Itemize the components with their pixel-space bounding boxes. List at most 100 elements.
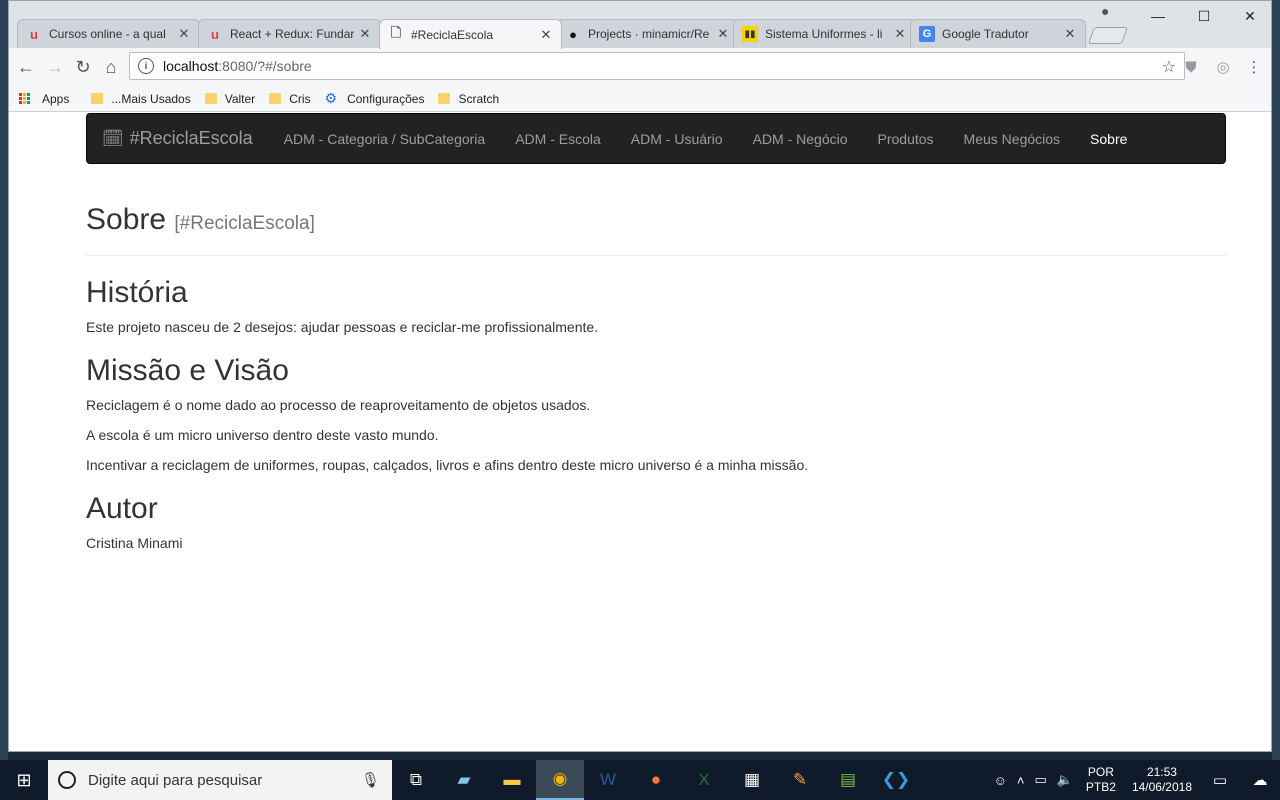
address-bar[interactable]: i localhost:8080/?#/sobre ☆	[129, 52, 1185, 80]
clock[interactable]: 21:53 14/06/2018	[1124, 765, 1200, 795]
nav-produtos[interactable]: Produtos	[863, 131, 949, 147]
missao-paragraph-1: Reciclagem é o nome dado ao processo de …	[86, 397, 591, 413]
folder-icon	[204, 93, 217, 104]
brand-text: #ReciclaEscola	[129, 128, 253, 148]
notification-icon[interactable]: ▭	[1200, 771, 1240, 789]
tab-recicla-escola[interactable]: 🗋 #ReciclaEscola ✕	[379, 19, 562, 49]
calculator-icon[interactable]: ▦	[728, 760, 776, 800]
taskbar-search[interactable]: Digite aqui para pesquisar 🎙	[48, 760, 392, 800]
historia-paragraph: Este projeto nasceu de 2 desejos: ajudar…	[86, 319, 599, 335]
shield-extension-icon[interactable]: ⛊	[1182, 58, 1200, 76]
nav-adm-escola[interactable]: ADM - Escola	[500, 131, 616, 147]
extension-icon[interactable]: ◎	[1214, 58, 1232, 76]
tab-github-projects[interactable]: ● Projects · minamicr/Re ✕	[556, 19, 739, 48]
reload-icon[interactable]: ↻	[72, 56, 94, 78]
bookmark-cris[interactable]: Cris	[269, 92, 311, 106]
page-title-text: Sobre	[86, 203, 167, 236]
tab-title: Sistema Uniformes - li	[765, 27, 883, 41]
calendar-check-icon: 🗓	[102, 128, 124, 148]
nav-meus-negocios[interactable]: Meus Negócios	[949, 131, 1076, 147]
bookmark-configuracoes[interactable]: ⚙ Configurações	[325, 90, 425, 107]
home-icon[interactable]: ⌂	[100, 56, 122, 78]
udemy-icon: u	[211, 26, 219, 42]
folder-icon	[269, 93, 282, 104]
page-icon: 🗋	[390, 24, 402, 40]
close-icon[interactable]: ✕	[177, 26, 191, 42]
close-icon[interactable]: ✕	[893, 26, 907, 42]
maximize-button[interactable]: ☐	[1181, 1, 1227, 31]
section-heading-missao: Missão e Visão	[86, 354, 289, 387]
section-heading-autor: Autor	[86, 492, 158, 525]
github-icon: ●	[569, 26, 577, 42]
tab-sistema-uniformes[interactable]: ▮▮ Sistema Uniformes - li ✕	[733, 19, 916, 48]
search-placeholder: Digite aqui para pesquisar	[88, 771, 263, 789]
profile-icon[interactable]: ●	[1101, 3, 1117, 19]
nav-adm-negocio[interactable]: ADM - Negócio	[738, 131, 863, 147]
folder-icon	[91, 93, 104, 104]
close-icon[interactable]: ✕	[358, 26, 372, 42]
close-icon[interactable]: ✕	[539, 27, 553, 43]
lang-code: POR	[1087, 765, 1114, 779]
tab-title: Projects · minamicr/Re	[588, 27, 710, 41]
menu-kebab-icon[interactable]: ⋮	[1245, 58, 1263, 76]
page-title: Sobre [#ReciclaEscola]	[86, 203, 1226, 237]
vscode-icon[interactable]: ❮❯	[872, 760, 920, 800]
file-explorer-icon[interactable]: ▬	[488, 760, 536, 800]
people-icon[interactable]: ☺	[989, 773, 1012, 788]
section-heading-historia: História	[86, 276, 188, 309]
nav-adm-categoria[interactable]: ADM - Categoria / SubCategoria	[269, 131, 501, 147]
chevron-up-icon[interactable]: ˄	[1012, 773, 1030, 788]
trello-icon: ▮▮	[742, 26, 758, 42]
back-arrow-icon[interactable]: ←	[15, 56, 37, 78]
bookmark-valter[interactable]: Valter	[204, 91, 256, 106]
folder-icon	[438, 93, 451, 104]
forward-arrow-icon[interactable]: →	[44, 56, 66, 78]
weather-cloud-icon[interactable]: ☁	[1240, 771, 1280, 789]
nav-adm-usuario[interactable]: ADM - Usuário	[616, 131, 738, 147]
chrome-icon[interactable]: ◉	[536, 760, 584, 800]
battery-icon[interactable]: ▭	[1029, 772, 1051, 788]
microphone-icon[interactable]: 🎙	[361, 771, 380, 789]
desktop-background-left	[0, 0, 8, 760]
word-icon[interactable]: W	[584, 760, 632, 800]
tab-cursos-online[interactable]: u Cursos online - a qual ✕	[17, 19, 200, 48]
udemy-icon: u	[30, 26, 38, 42]
chart-app-icon[interactable]: ▤	[824, 760, 872, 800]
site-info-icon[interactable]: i	[138, 58, 154, 74]
bookmark-mais-usados[interactable]: ...Mais Usados	[91, 92, 191, 106]
task-view-icon[interactable]: ⧉	[392, 760, 440, 800]
bookmark-label: Scratch	[458, 91, 500, 106]
bookmark-scratch[interactable]: Scratch	[438, 92, 499, 106]
excel-icon[interactable]: X	[680, 760, 728, 800]
brand-link[interactable]: 🗓 #ReciclaEscola	[102, 128, 253, 149]
clock-time: 21:53	[1146, 765, 1177, 779]
paint-icon[interactable]: ✎	[776, 760, 824, 800]
url-path: :8080/?#/sobre	[218, 58, 312, 74]
windows-start-icon[interactable]: ⊞	[0, 760, 48, 800]
bookmark-apps[interactable]: Apps	[19, 92, 69, 106]
desktop-background-right	[1272, 0, 1280, 760]
minimize-button[interactable]: —	[1135, 1, 1181, 31]
firefox-icon[interactable]: ●	[632, 760, 680, 800]
tab-title: #ReciclaEscola	[411, 27, 494, 42]
close-icon[interactable]: ✕	[716, 26, 730, 42]
tab-react-redux[interactable]: u React + Redux: Fundar ✕	[198, 19, 381, 48]
nav-sobre[interactable]: Sobre	[1075, 131, 1142, 147]
google-translate-icon: G	[919, 26, 935, 42]
browser-toolbar: ← → ↻ ⌂ i localhost:8080/?#/sobre ☆ ⛊ ◎ …	[9, 48, 1271, 86]
tab-title: Google Tradutor	[942, 27, 1029, 41]
close-icon[interactable]: ✕	[1063, 26, 1077, 42]
close-window-button[interactable]: ✕	[1227, 1, 1271, 31]
missao-paragraph-3: Incentivar a reciclagem de uniformes, ro…	[86, 457, 809, 473]
bookmark-star-icon[interactable]: ☆	[1162, 57, 1176, 77]
app-icon-notes[interactable]: ▰	[440, 760, 488, 800]
tab-strip: u Cursos online - a qual ✕ u React + Red…	[9, 1, 1271, 49]
new-tab-button[interactable]	[1087, 27, 1129, 44]
windows-taskbar: ⊞ Digite aqui para pesquisar 🎙 ⧉ ▰ ▬ ◉ W…	[0, 760, 1280, 800]
tab-google-tradutor[interactable]: G Google Tradutor ✕	[910, 19, 1086, 48]
bookmark-label: Configurações	[347, 91, 425, 106]
bookmark-label: Valter	[224, 91, 256, 106]
cortana-icon	[58, 771, 76, 789]
language-indicator[interactable]: POR PTB2	[1078, 765, 1124, 795]
volume-icon[interactable]: 🔈	[1052, 772, 1078, 788]
